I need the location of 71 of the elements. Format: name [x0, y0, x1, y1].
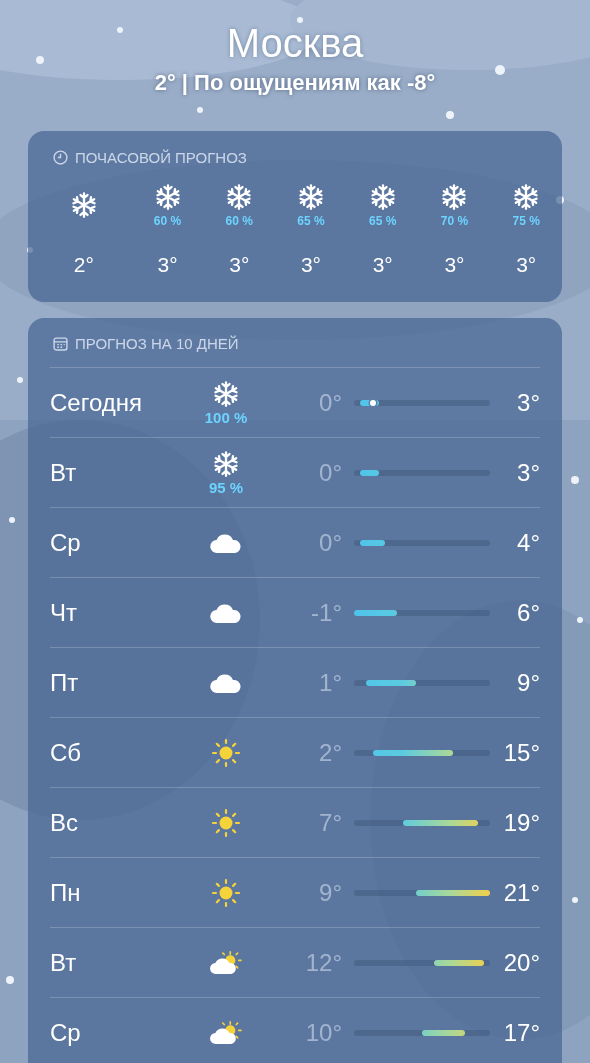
- day-name: Сб: [50, 738, 83, 767]
- snowflake-icon: [368, 183, 397, 211]
- clock-icon: [53, 149, 68, 165]
- low-temperature: -1°: [310, 598, 342, 627]
- card-title: ПОЧАСОВОЙ ПРОГНОЗ: [75, 148, 247, 166]
- day-name: Пн: [50, 878, 82, 907]
- high-temperature: 3°: [516, 458, 540, 487]
- snowflake-icon: [69, 191, 98, 219]
- day-name: Ср: [50, 1018, 82, 1047]
- sun-behind-cloud-icon: [209, 1020, 243, 1045]
- precipitation-chance: 70 %: [440, 213, 469, 229]
- high-temperature: 19°: [502, 808, 540, 837]
- card-title: ПРОГНОЗ НА 10 ДНЕЙ: [75, 335, 239, 352]
- low-temperature: 9°: [318, 878, 342, 907]
- low-temperature: 1°: [318, 668, 342, 697]
- precipitation-chance: 60 %: [153, 213, 182, 229]
- hour-temperature: 2°: [73, 253, 94, 277]
- day-name: Вс: [50, 808, 79, 837]
- low-temperature: 0°: [318, 528, 342, 557]
- snowflake-icon: [440, 183, 469, 211]
- precipitation-chance: 100 %: [204, 409, 248, 426]
- hour-temperature: 3°: [300, 253, 321, 277]
- snowflake-icon: [153, 183, 182, 211]
- temperature-range-bar: [434, 959, 484, 966]
- low-temperature: 0°: [318, 388, 342, 417]
- sun-icon: [211, 737, 241, 768]
- snowflake-icon: [212, 379, 240, 408]
- hour-temperature: 3°: [516, 253, 537, 277]
- low-temperature: 10°: [304, 1018, 342, 1047]
- temperature-range-bar: [422, 1029, 466, 1036]
- snowflake-icon: [512, 183, 541, 211]
- low-temperature: 7°: [318, 808, 342, 837]
- high-temperature: 21°: [502, 878, 540, 907]
- temperature-range-bar: [360, 469, 379, 476]
- sun-behind-cloud-icon: [209, 950, 243, 975]
- high-temperature: 20°: [502, 948, 540, 977]
- low-temperature: 0°: [318, 458, 342, 487]
- high-temperature: 3°: [516, 388, 540, 417]
- high-temperature: 4°: [516, 528, 540, 557]
- precipitation-chance: 75 %: [512, 213, 540, 229]
- day-name: Ср: [50, 528, 82, 557]
- temperature-range-bar: [354, 609, 398, 616]
- day-name: Сегодня: [50, 388, 143, 417]
- city-name: Москва: [226, 20, 364, 66]
- precipitation-chance: 95 %: [208, 479, 244, 496]
- snowflake-icon: [212, 449, 240, 478]
- hour-temperature: 3°: [372, 253, 393, 277]
- temperature-range-bar: [360, 539, 385, 546]
- high-temperature: 9°: [516, 668, 540, 697]
- hour-temperature: 3°: [157, 253, 178, 277]
- low-temperature: 12°: [304, 948, 342, 977]
- temperature-range-bar: [366, 679, 416, 686]
- calendar-icon: [53, 336, 68, 351]
- low-temperature: 2°: [318, 738, 342, 767]
- precipitation-chance: 65 %: [297, 213, 325, 229]
- day-name: Чт: [50, 598, 78, 627]
- day-name: Вт: [50, 458, 78, 487]
- hour-temperature: 3°: [444, 253, 465, 277]
- snowflake-icon: [296, 183, 325, 211]
- current-temperature: 2° | По ощущениям как -8°: [154, 69, 436, 97]
- high-temperature: 6°: [516, 598, 540, 627]
- precipitation-chance: 60 %: [225, 213, 253, 229]
- sun-icon: [211, 877, 241, 908]
- sun-icon: [211, 807, 241, 838]
- precipitation-chance: 65 %: [369, 213, 397, 229]
- hour-temperature: 3°: [229, 253, 250, 277]
- snowflake-icon: [225, 183, 254, 211]
- day-name: Вт: [50, 948, 78, 977]
- day-name: Пт: [50, 668, 80, 697]
- high-temperature: 15°: [502, 738, 540, 767]
- high-temperature: 17°: [502, 1018, 540, 1047]
